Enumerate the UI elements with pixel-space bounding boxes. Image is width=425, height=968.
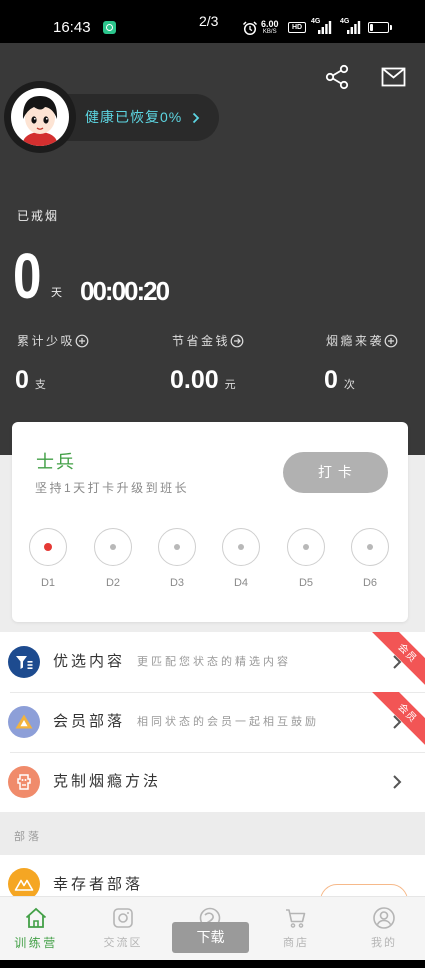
chat-icon (111, 906, 135, 930)
day-label: D6 (362, 577, 378, 589)
day-dot (303, 544, 309, 550)
mail-icon[interactable] (381, 67, 406, 87)
app-notification-icon (103, 21, 116, 34)
day-circle-d4 (222, 528, 260, 566)
battery-icon (368, 22, 389, 33)
home-icon (24, 906, 48, 930)
day-circle-d1 (29, 528, 67, 566)
alarm-icon (242, 20, 258, 36)
page-indicator: 2/3 (199, 13, 219, 29)
quit-days-unit: 天 (51, 287, 62, 299)
list-item-title: 会员部落 (53, 713, 126, 730)
list-item-craving-methods[interactable]: 克制烟瘾方法 (0, 752, 425, 812)
rank-hint: 坚持1天打卡升级到班长 (35, 481, 190, 495)
day-label: D2 (105, 577, 121, 589)
stat-money-value: 0.00 元 (170, 366, 236, 394)
day-label: D5 (298, 577, 314, 589)
cart-icon (284, 906, 308, 930)
list-item-desc: 更匹配您状态的精选内容 (137, 656, 291, 668)
day-circle-d2 (94, 528, 132, 566)
stat-label-text: 节省金钱 (172, 334, 231, 348)
day-dot (238, 544, 244, 550)
battery-nub (390, 25, 392, 30)
chevron-right-icon (392, 774, 402, 790)
network-speed-unit: KB/S (262, 29, 277, 35)
signal-icon (318, 21, 332, 34)
tab-community[interactable]: 交流区 (83, 897, 163, 961)
day-circle-d6 (351, 528, 389, 566)
section-header: 部落 (0, 812, 425, 855)
rank-card: 士兵 坚持1天打卡升级到班长 打 卡 D1 D2 D3 D4 D5 D6 (12, 422, 408, 622)
tab-label: 交流区 (103, 937, 143, 949)
tab-label: 商店 (283, 937, 309, 949)
user-icon (372, 906, 396, 930)
stat-money-label[interactable]: 节省金钱 (172, 333, 244, 349)
stat-cigarettes-label[interactable]: 累计少吸 (17, 333, 89, 349)
day-label: D4 (233, 577, 249, 589)
chevron-right-icon (192, 112, 200, 124)
tab-bar: 训练营 交流区 商店 我的 下载 (0, 896, 425, 960)
status-bar: 16:43 2/3 6.00 KB/S HD 4G 4G (0, 0, 425, 43)
hd-badge: HD (288, 22, 306, 33)
day-dot (174, 544, 180, 550)
quit-label: 已戒烟 (17, 209, 60, 223)
stat-cravings-value: 0 次 (324, 366, 355, 394)
arrow-circle-icon (230, 334, 244, 348)
day-dot (367, 544, 373, 550)
stat-label-text: 累计少吸 (17, 334, 76, 348)
download-button[interactable]: 下载 (172, 922, 249, 953)
stat-unit: 元 (224, 379, 236, 391)
share-icon[interactable] (324, 64, 350, 90)
tab-profile[interactable]: 我的 (344, 897, 424, 961)
day-label: D3 (169, 577, 185, 589)
day-circle-d5 (287, 528, 325, 566)
tab-label: 我的 (371, 937, 397, 949)
system-nav-bar (0, 960, 425, 968)
plus-circle-icon (384, 334, 398, 348)
section-title: 部落 (14, 831, 42, 843)
day-label: D1 (40, 577, 56, 589)
tab-label: 训练营 (14, 936, 58, 950)
stat-cravings-label[interactable]: 烟瘾来袭 (326, 333, 398, 349)
filter-icon (8, 646, 40, 678)
status-time: 16:43 (53, 19, 91, 36)
battery-level (370, 24, 373, 31)
craving-control-icon (8, 766, 40, 798)
day-dot (44, 543, 52, 551)
stat-number: 0.00 (170, 366, 219, 394)
list-item-title: 优选内容 (53, 653, 126, 670)
list-item-title: 克制烟瘾方法 (53, 773, 162, 790)
feature-list: 优选内容 更匹配您状态的精选内容 会员 会员部落 相同状态的会员一起相互鼓励 会… (0, 632, 425, 812)
triangle-icon (8, 706, 40, 738)
tab-shop[interactable]: 商店 (256, 897, 336, 961)
quit-days: 0 (13, 240, 42, 312)
avatar[interactable] (4, 81, 76, 153)
stat-number: 0 (15, 366, 29, 394)
network-speed: 6.00 KB/S (261, 19, 279, 36)
list-item-member-tribe[interactable]: 会员部落 相同状态的会员一起相互鼓励 会员 (0, 692, 425, 752)
signal-icon (347, 21, 361, 34)
checkin-button[interactable]: 打 卡 (283, 452, 388, 493)
stat-unit: 次 (343, 379, 355, 391)
stat-number: 0 (324, 366, 338, 394)
day-dot (110, 544, 116, 550)
stat-unit: 支 (34, 379, 46, 391)
tribe-title: 幸存者部落 (53, 876, 144, 893)
list-item-featured-content[interactable]: 优选内容 更匹配您状态的精选内容 会员 (0, 632, 425, 692)
stat-cigarettes-value: 0 支 (15, 366, 46, 394)
elapsed-timer: 00:00:20 (80, 276, 170, 306)
plus-circle-icon (75, 334, 89, 348)
tab-training-camp[interactable]: 训练营 (0, 897, 76, 961)
day-circle-d3 (158, 528, 196, 566)
stat-label-text: 烟瘾来袭 (326, 334, 385, 348)
rank-title: 士兵 (36, 452, 76, 472)
list-item-desc: 相同状态的会员一起相互鼓励 (137, 716, 319, 728)
network-speed-value: 6.00 (261, 19, 279, 29)
health-status-text: 健康已恢复0% (85, 109, 183, 125)
